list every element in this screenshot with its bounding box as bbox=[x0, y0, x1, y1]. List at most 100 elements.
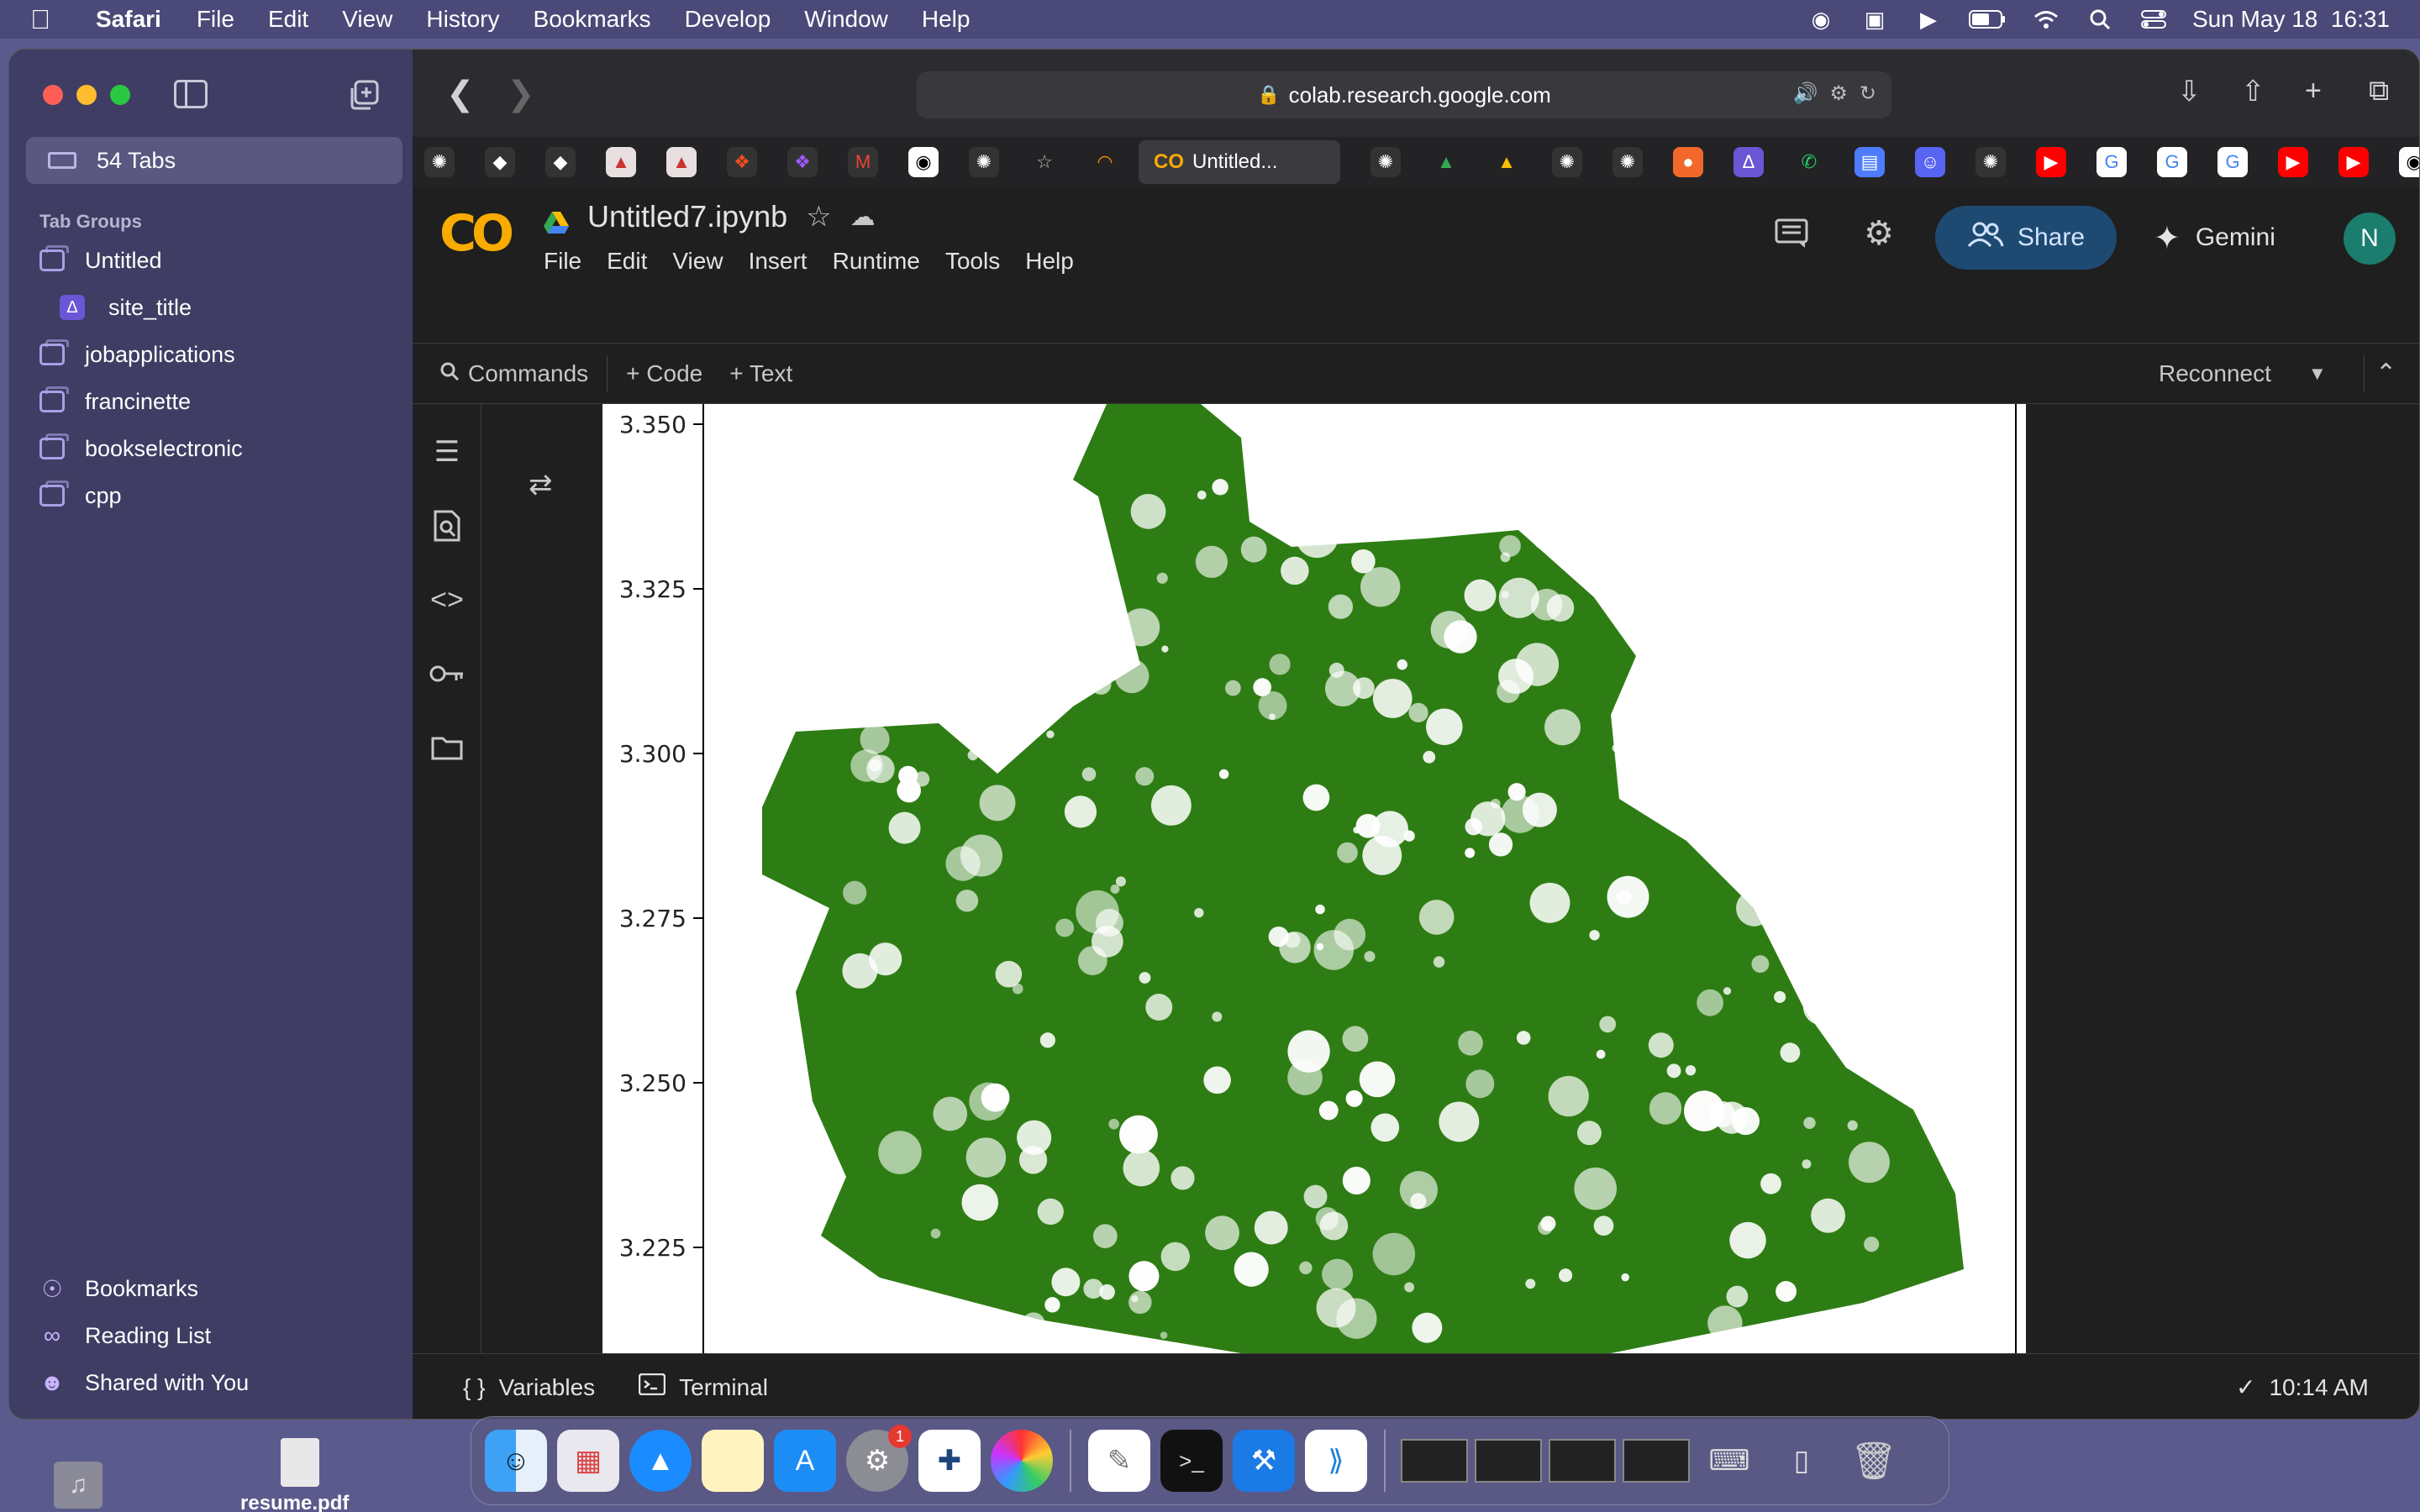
forward-button[interactable]: ❯ bbox=[507, 75, 535, 113]
tab-calendar-icon[interactable]: ▤ bbox=[1854, 147, 1885, 177]
vscode-icon[interactable]: ⟫ bbox=[1305, 1430, 1367, 1492]
code-snippets-icon[interactable]: <> bbox=[429, 582, 465, 617]
gemini-button[interactable]: ✦ Gemini bbox=[2154, 206, 2275, 270]
add-text-cell-button[interactable]: + Text bbox=[729, 360, 792, 387]
active-tab-colab[interactable]: CO Untitled... bbox=[1139, 140, 1340, 184]
tab-site-title-icon[interactable]: Δ bbox=[1733, 147, 1764, 177]
control-center-icon[interactable] bbox=[2139, 8, 2169, 31]
add-code-cell-button[interactable]: + Code bbox=[626, 360, 702, 387]
terminal-button[interactable]: Terminal bbox=[638, 1373, 768, 1401]
menu-develop[interactable]: Develop bbox=[685, 6, 771, 33]
tab-figma-icon[interactable]: ❖ bbox=[727, 147, 757, 177]
tab-group-francinette[interactable]: francinette bbox=[39, 382, 191, 421]
tab-youtube-icon[interactable]: ▶ bbox=[2338, 147, 2369, 177]
pixelmator-icon[interactable] bbox=[991, 1430, 1053, 1492]
desktop-pdf-file-icon[interactable] bbox=[281, 1438, 319, 1487]
tab-group-cpp[interactable]: cpp bbox=[39, 476, 122, 515]
tab-youtube-icon[interactable]: ▶ bbox=[2036, 147, 2066, 177]
tab-google-icon[interactable]: G bbox=[2217, 147, 2248, 177]
safari-icon[interactable]: ▲ bbox=[629, 1430, 692, 1492]
cast-icon[interactable]: ◉ bbox=[1806, 7, 1836, 32]
spotlight-search-icon[interactable] bbox=[2085, 8, 2115, 31]
commands-button[interactable]: Commands bbox=[439, 360, 588, 387]
system-settings-icon[interactable]: ⚙ 1 bbox=[846, 1425, 912, 1492]
menu-edit[interactable]: Edit bbox=[268, 6, 308, 33]
tab-github-icon[interactable]: ◉ bbox=[2399, 147, 2419, 177]
close-window-button[interactable] bbox=[43, 85, 63, 105]
tab-42-icon[interactable]: ◆ bbox=[545, 147, 576, 177]
app-store-icon[interactable]: A bbox=[774, 1430, 836, 1492]
colab-logo[interactable]: CO bbox=[439, 204, 514, 263]
star-icon[interactable]: ☆ bbox=[806, 200, 831, 234]
play-icon[interactable]: ▶ bbox=[1913, 7, 1944, 32]
tab-chatgpt-icon[interactable]: ✺ bbox=[1612, 147, 1643, 177]
notes-icon[interactable] bbox=[702, 1430, 764, 1492]
keyboard-viewer-icon[interactable]: ⌨ bbox=[1698, 1430, 1760, 1492]
textedit-icon[interactable]: ✎ bbox=[1088, 1430, 1150, 1492]
tab-item-site-title[interactable]: Δ site_title bbox=[60, 288, 192, 327]
cloud-saved-icon[interactable]: ☁ bbox=[850, 202, 876, 232]
tab-figma-icon[interactable]: ❖ bbox=[787, 147, 818, 177]
finder-icon[interactable]: ☺ bbox=[485, 1430, 547, 1492]
notebook-title[interactable]: Untitled7.ipynb bbox=[587, 199, 787, 234]
menu-help[interactable]: Help bbox=[922, 6, 971, 33]
tab-google-icon[interactable]: G bbox=[2157, 147, 2187, 177]
secrets-key-icon[interactable] bbox=[429, 656, 465, 691]
new-tab-icon[interactable]: + bbox=[2305, 75, 2322, 108]
minimized-window-thumbnail[interactable] bbox=[1549, 1439, 1616, 1483]
minimized-window-thumbnail[interactable] bbox=[1623, 1439, 1690, 1483]
reload-icon[interactable]: ↻ bbox=[1860, 81, 1876, 106]
colab-menu-view[interactable]: View bbox=[672, 248, 723, 275]
tab-group-untitled[interactable]: Untitled bbox=[39, 241, 162, 280]
colab-menu-edit[interactable]: Edit bbox=[607, 248, 647, 275]
tab-github-icon[interactable]: ◉ bbox=[908, 147, 939, 177]
tab-drive-icon[interactable]: ▲ bbox=[1491, 147, 1522, 177]
collapse-header-icon[interactable]: ⌃ bbox=[2375, 359, 2396, 388]
colab-menu-help[interactable]: Help bbox=[1025, 248, 1074, 275]
new-tab-group-icon[interactable] bbox=[349, 80, 379, 110]
find-replace-icon[interactable] bbox=[429, 508, 465, 543]
downloads-icon[interactable]: ⇩ bbox=[2177, 75, 2202, 108]
table-of-contents-icon[interactable]: ☰ bbox=[429, 434, 465, 470]
launchpad-icon[interactable]: ▦ bbox=[557, 1430, 619, 1492]
tab-chart-icon[interactable]: ▲ bbox=[666, 147, 697, 177]
menu-app-name[interactable]: Safari bbox=[96, 6, 161, 33]
battery-icon[interactable] bbox=[1967, 8, 2007, 31]
tab-chatgpt-icon[interactable]: ✺ bbox=[424, 147, 455, 177]
tab-whatsapp-icon[interactable]: ✆ bbox=[1794, 147, 1824, 177]
terminal-app-icon[interactable]: >_ bbox=[1160, 1430, 1223, 1492]
iphone-mirroring-icon[interactable]: ▯ bbox=[1770, 1430, 1833, 1492]
colab-menu-insert[interactable]: Insert bbox=[749, 248, 808, 275]
tab-chatgpt-icon[interactable]: ✺ bbox=[1552, 147, 1582, 177]
tab-google-icon[interactable]: G bbox=[2096, 147, 2127, 177]
tab-youtube-icon[interactable]: ▶ bbox=[2278, 147, 2308, 177]
sidebar-reading-list[interactable]: ∞ Reading List bbox=[39, 1316, 211, 1355]
minimize-window-button[interactable] bbox=[76, 85, 97, 105]
back-button[interactable]: ❮ bbox=[446, 75, 475, 113]
comments-icon[interactable] bbox=[1772, 214, 1811, 253]
tableau-icon[interactable]: ✚ bbox=[918, 1430, 981, 1492]
user-avatar[interactable]: N bbox=[2344, 213, 2396, 265]
menu-history[interactable]: History bbox=[426, 6, 499, 33]
output-actions-icon[interactable]: ⇄ bbox=[529, 468, 553, 501]
reconnect-button[interactable]: Reconnect ▼ bbox=[2159, 360, 2327, 387]
tab-group-jobapplications[interactable]: jobapplications bbox=[39, 335, 235, 374]
tab-chart-icon[interactable]: ▲ bbox=[606, 147, 636, 177]
tab-loading-icon[interactable]: ◠ bbox=[1090, 147, 1120, 177]
settings-gear-icon[interactable]: ⚙ bbox=[1860, 214, 1898, 253]
execution-status[interactable]: ✓ 10:14 AM bbox=[2236, 1373, 2369, 1401]
translate-icon[interactable]: ⚙ bbox=[1829, 81, 1848, 106]
share-button[interactable]: Share bbox=[1935, 206, 2117, 270]
files-folder-icon[interactable] bbox=[429, 730, 465, 765]
trash-icon[interactable]: 🗑 bbox=[1843, 1430, 1905, 1492]
tab-chatgpt-icon[interactable]: ✺ bbox=[969, 147, 999, 177]
address-bar[interactable]: 🔒 colab.research.google.com 🔊 ⚙ ↻ bbox=[917, 71, 1891, 118]
tab-gmail-icon[interactable]: M bbox=[848, 147, 878, 177]
minimized-window-thumbnail[interactable] bbox=[1475, 1439, 1542, 1483]
menu-bookmarks[interactable]: Bookmarks bbox=[534, 6, 651, 33]
minimized-window-thumbnail[interactable] bbox=[1401, 1439, 1468, 1483]
menu-view[interactable]: View bbox=[342, 6, 392, 33]
google-drive-icon[interactable] bbox=[544, 206, 569, 234]
colab-menu-tools[interactable]: Tools bbox=[945, 248, 1000, 275]
tab-discord-icon[interactable]: ☺ bbox=[1915, 147, 1945, 177]
